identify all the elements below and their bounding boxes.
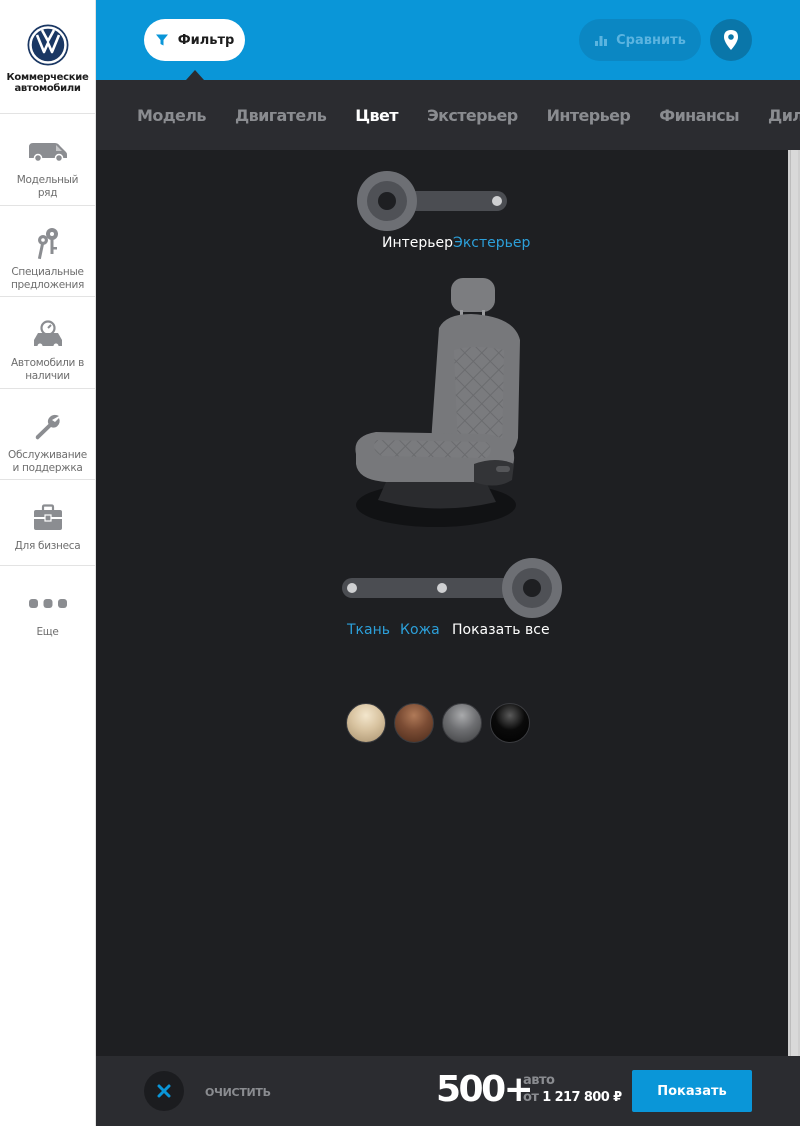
toggle-stop-dot — [492, 196, 502, 206]
sidebar-item-label: Еще — [36, 626, 59, 638]
tab-exterior[interactable]: Экстерьер — [427, 106, 518, 125]
sidebar-item-service[interactable]: Обслуживание и поддержка — [0, 389, 95, 480]
vw-logo[interactable] — [27, 24, 69, 66]
scrollbar[interactable] — [788, 150, 800, 1056]
color-swatches — [346, 703, 530, 743]
bar-chart-icon — [595, 36, 608, 46]
tab-engine[interactable]: Двигатель — [235, 106, 327, 125]
compare-button[interactable]: Сравнить — [579, 19, 701, 61]
sidebar-item-label: Для бизнеса — [14, 540, 81, 552]
show-results-label: Показать — [657, 1083, 727, 1099]
sidebar-item-more[interactable]: Еще — [0, 566, 95, 652]
interior-option[interactable]: Интерьер — [382, 235, 453, 251]
filter-label: Фильтр — [177, 32, 235, 48]
brand-text: Коммерческие автомобили — [7, 72, 89, 94]
sidebar-item-label: Автомобили в наличии — [10, 357, 85, 382]
exterior-option[interactable]: Экстерьер — [453, 235, 530, 251]
tab-model[interactable]: Модель — [137, 106, 207, 125]
color-panel: ИнтерьерЭкстерьер Ткань Кожа Показать вс… — [96, 150, 788, 1056]
sidebar-item-business[interactable]: Для бизнеса — [0, 480, 95, 566]
count-unit-label: авто — [523, 1073, 555, 1088]
tab-color[interactable]: Цвет — [355, 106, 398, 125]
leather-option[interactable]: Кожа — [400, 622, 440, 638]
result-count: 500+ — [436, 1069, 534, 1110]
more-dots-icon — [28, 586, 68, 622]
keys-icon — [35, 226, 61, 262]
wrench-icon — [33, 409, 63, 445]
swatch-beige[interactable] — [346, 703, 386, 743]
sidebar-item-models[interactable]: Модельный ряд — [0, 114, 95, 206]
swatch-black[interactable] — [490, 703, 530, 743]
filter-icon — [155, 34, 168, 46]
brand-line1: Коммерческие — [6, 72, 89, 83]
filter-caret — [186, 70, 204, 80]
sidebar-item-stock[interactable]: Автомобили в наличии — [0, 297, 95, 389]
show-results-button[interactable]: Показать — [632, 1070, 752, 1112]
tab-finance[interactable]: Финансы — [659, 106, 739, 125]
close-icon — [157, 1084, 171, 1098]
material-slider-knob[interactable] — [502, 558, 562, 618]
sidebar: Коммерческие автомобили Модельный ряд Сп… — [0, 0, 96, 1126]
location-pin-icon — [724, 30, 738, 50]
swatch-grey[interactable] — [442, 703, 482, 743]
van-icon — [27, 134, 69, 170]
briefcase-icon — [33, 500, 63, 536]
slider-stop-leather[interactable] — [437, 583, 447, 593]
clear-label[interactable]: ОЧИСТИТЬ — [205, 1086, 271, 1099]
toggle-knob[interactable] — [357, 171, 417, 231]
sidebar-item-label: Специальные предложения — [10, 266, 84, 291]
sidebar-item-label: Обслуживание и поддержка — [8, 449, 87, 474]
toggle-labels: ИнтерьерЭкстерьер — [382, 235, 530, 251]
seat-image — [355, 278, 520, 527]
location-button[interactable] — [710, 19, 752, 61]
show-all-option[interactable]: Показать все — [452, 622, 550, 638]
clear-button[interactable] — [144, 1071, 184, 1111]
sidebar-item-label: Модельный ряд — [16, 174, 79, 199]
price-row: от 1 217 800 ₽ — [523, 1090, 622, 1105]
sidebar-item-offers[interactable]: Специальные предложения — [0, 206, 95, 297]
price-value: 1 217 800 ₽ — [542, 1090, 622, 1105]
fabric-option[interactable]: Ткань — [347, 622, 390, 638]
price-from-label: от — [523, 1090, 539, 1105]
slider-stop-fabric[interactable] — [347, 583, 357, 593]
tab-dealers[interactable]: Дилеры — [768, 106, 800, 125]
filter-button[interactable]: Фильтр — [144, 19, 245, 61]
scrollbar-thumb[interactable] — [790, 150, 798, 1056]
brand-block[interactable]: Коммерческие автомобили — [0, 0, 95, 114]
car-stock-icon — [31, 317, 65, 353]
top-bar: Фильтр Сравнить — [96, 0, 800, 80]
brand-line2: автомобили — [14, 83, 81, 94]
bottom-bar: ОЧИСТИТЬ 500+ авто от 1 217 800 ₽ Показа… — [96, 1056, 800, 1126]
swatch-brown[interactable] — [394, 703, 434, 743]
tab-bar: Модель Двигатель Цвет Экстерьер Интерьер… — [96, 80, 800, 150]
compare-label: Сравнить — [616, 32, 686, 48]
tab-interior[interactable]: Интерьер — [547, 106, 631, 125]
